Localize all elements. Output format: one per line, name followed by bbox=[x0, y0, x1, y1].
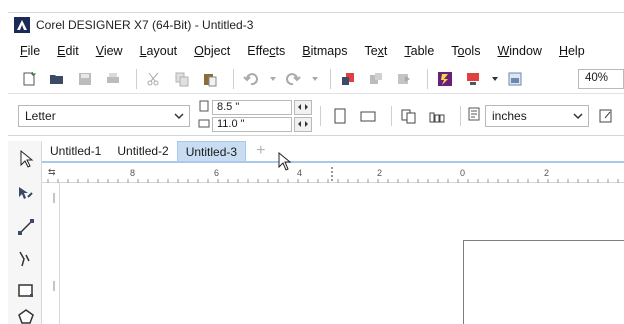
ruler-label: 0 bbox=[460, 168, 465, 178]
copy-icon[interactable] bbox=[171, 68, 193, 90]
app-launcher-icon[interactable] bbox=[434, 68, 456, 90]
menu-help[interactable]: Help bbox=[559, 44, 585, 58]
page-height-row: 11.0 " bbox=[198, 116, 312, 133]
ruler-label: 4 bbox=[297, 168, 302, 178]
title-bar: Corel DESIGNER X7 (64-Bit) - Untitled-3 bbox=[8, 12, 624, 36]
page-size-select[interactable]: Letter bbox=[18, 104, 190, 127]
window-title: Corel DESIGNER X7 (64-Bit) - Untitled-3 bbox=[36, 17, 254, 32]
paste-icon[interactable] bbox=[199, 68, 221, 90]
toolbar-separator bbox=[136, 68, 137, 89]
menu-effects[interactable]: Effects bbox=[247, 44, 285, 58]
menu-text[interactable]: Text bbox=[364, 44, 387, 58]
rectangle-tool-icon[interactable] bbox=[16, 281, 36, 301]
new-document-icon[interactable] bbox=[18, 68, 40, 90]
menu-bar: File Edit View Layout Object Effects Bitmaps Te… bbox=[8, 40, 624, 62]
menu-object[interactable]: Object bbox=[194, 44, 230, 58]
units-select[interactable]: inches bbox=[485, 104, 589, 127]
toolbar-separator bbox=[233, 68, 234, 89]
callout-tool-icon[interactable] bbox=[16, 249, 36, 269]
page-dimensions: 8.5 " 11.0 " bbox=[198, 99, 312, 133]
page-height-input[interactable]: 11.0 " bbox=[212, 116, 292, 132]
standard-toolbar: 40% bbox=[8, 64, 624, 94]
open-folder-icon[interactable] bbox=[46, 68, 68, 90]
page-width-icon bbox=[198, 100, 212, 115]
chevron-down-icon[interactable] bbox=[268, 68, 278, 90]
height-spinner[interactable] bbox=[294, 116, 312, 132]
width-spinner[interactable] bbox=[294, 99, 312, 115]
current-page-icon[interactable] bbox=[426, 105, 448, 127]
horizontal-ruler[interactable]: 8 6 4 2 0 2 bbox=[42, 165, 624, 183]
chevron-down-icon[interactable] bbox=[572, 109, 584, 126]
units-icon bbox=[467, 107, 485, 124]
vertical-ruler[interactable] bbox=[42, 183, 60, 324]
page-width-input[interactable]: 8.5 " bbox=[212, 99, 292, 115]
ruler-label: 6 bbox=[214, 168, 219, 178]
ruler-ticks: 8 6 4 2 0 2 bbox=[47, 167, 619, 183]
print-icon[interactable] bbox=[102, 68, 124, 90]
shape-tool-icon[interactable] bbox=[16, 183, 36, 203]
menu-window[interactable]: Window bbox=[497, 44, 541, 58]
undo-icon[interactable] bbox=[240, 68, 262, 90]
pick-tool-icon[interactable] bbox=[16, 149, 36, 169]
ruler-label: 2 bbox=[377, 168, 382, 178]
add-tab-icon[interactable]: + bbox=[246, 141, 275, 161]
page-width-row: 8.5 " bbox=[198, 99, 312, 116]
options-icon[interactable] bbox=[462, 68, 484, 90]
polygon-tool-icon[interactable] bbox=[16, 307, 36, 324]
tab-untitled-1[interactable]: Untitled-1 bbox=[42, 141, 109, 161]
chevron-down-icon[interactable] bbox=[490, 68, 500, 90]
line-tool-icon[interactable] bbox=[16, 217, 36, 237]
menu-edit[interactable]: Edit bbox=[57, 44, 79, 58]
menu-table[interactable]: Table bbox=[404, 44, 434, 58]
menu-tools[interactable]: Tools bbox=[451, 44, 480, 58]
mouse-cursor-icon bbox=[278, 151, 292, 175]
cut-icon[interactable] bbox=[143, 68, 165, 90]
page-size-value: Letter bbox=[25, 108, 56, 123]
save-icon[interactable] bbox=[74, 68, 96, 90]
redo-icon[interactable] bbox=[282, 68, 304, 90]
tab-untitled-2[interactable]: Untitled-2 bbox=[109, 141, 176, 161]
property-bar: Letter 8.5 " 11.0 " inches bbox=[8, 96, 624, 136]
menu-view[interactable]: View bbox=[96, 44, 123, 58]
page-options-icon[interactable] bbox=[595, 105, 617, 127]
export-icon[interactable] bbox=[365, 68, 387, 90]
tab-untitled-3[interactable]: Untitled-3 bbox=[176, 141, 247, 161]
chevron-down-icon[interactable] bbox=[310, 68, 320, 90]
view-icon[interactable] bbox=[504, 68, 526, 90]
toolbar-separator bbox=[460, 105, 461, 126]
toolbar-separator bbox=[427, 68, 428, 89]
units-value: inches bbox=[492, 108, 527, 123]
toolbar-separator bbox=[330, 68, 331, 89]
chevron-down-icon[interactable] bbox=[173, 109, 185, 126]
page-border bbox=[463, 240, 624, 324]
toolbar-separator bbox=[391, 105, 392, 126]
toolbar-separator bbox=[320, 105, 321, 126]
vertical-ruler-ticks bbox=[53, 193, 55, 291]
corel-app-icon bbox=[14, 16, 30, 33]
zoom-level-input[interactable]: 40% bbox=[578, 69, 624, 89]
toolbox bbox=[8, 141, 42, 324]
publish-icon[interactable] bbox=[393, 68, 415, 90]
landscape-icon[interactable] bbox=[357, 105, 379, 127]
ruler-origin-icon[interactable]: ⇆ bbox=[48, 167, 56, 178]
document-tabs: Untitled-1 Untitled-2 Untitled-3 + bbox=[42, 141, 624, 163]
all-pages-icon[interactable] bbox=[398, 105, 420, 127]
import-icon[interactable] bbox=[337, 68, 359, 90]
menu-bitmaps[interactable]: Bitmaps bbox=[302, 44, 347, 58]
ruler-label: 2 bbox=[544, 168, 549, 178]
menu-file[interactable]: File bbox=[20, 44, 40, 58]
ruler-label: 8 bbox=[130, 168, 135, 178]
page-height-icon bbox=[198, 117, 212, 132]
menu-layout[interactable]: Layout bbox=[140, 44, 178, 58]
portrait-icon[interactable] bbox=[329, 105, 351, 127]
